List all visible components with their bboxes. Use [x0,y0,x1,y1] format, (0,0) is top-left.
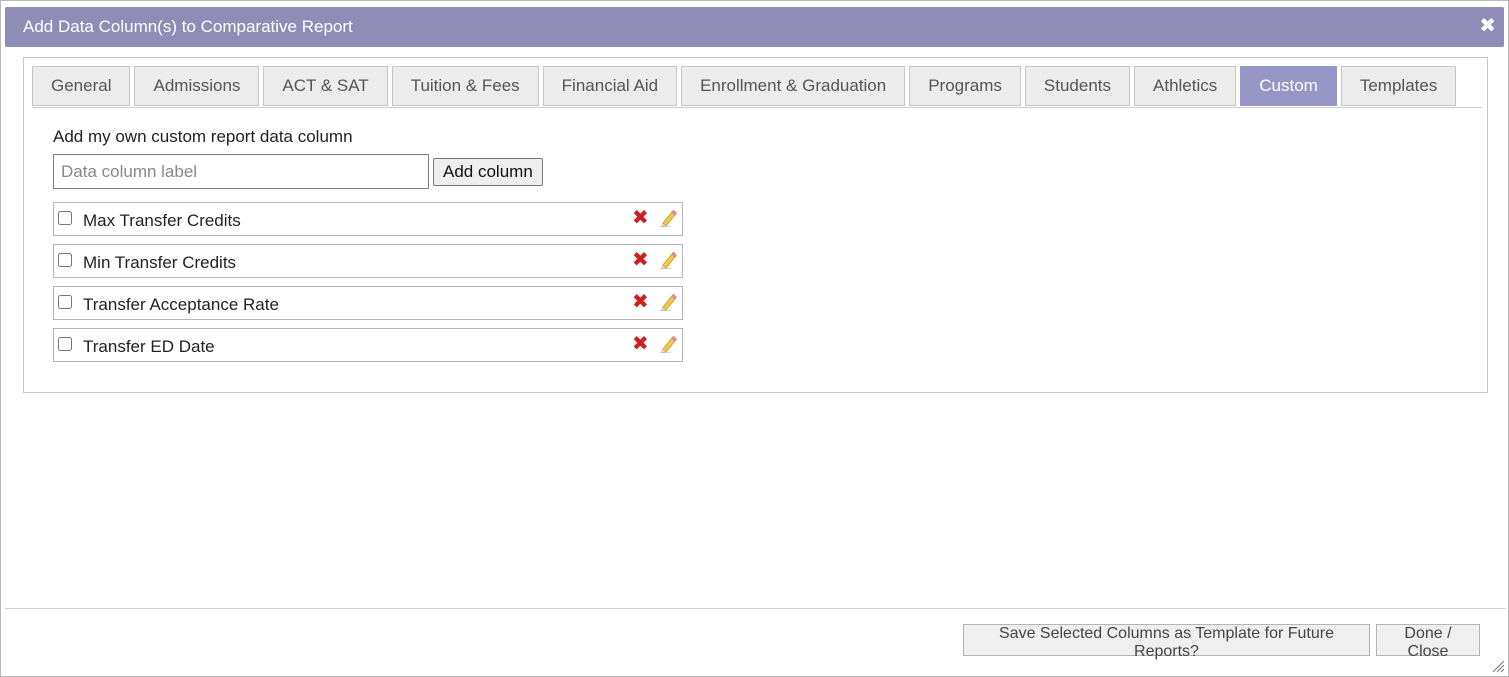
tab-financial-aid[interactable]: Financial Aid [542,66,678,106]
tab-programs[interactable]: Programs [909,66,1021,106]
tab-custom[interactable]: Custom [1240,66,1337,106]
pencil-icon[interactable] [659,249,677,269]
close-icon[interactable]: ✖ [1479,15,1496,37]
tab-bar: General Admissions ACT & SAT Tuition & F… [32,66,1460,108]
custom-column-heading: Add my own custom report data column [53,127,353,146]
tab-tuition-fees[interactable]: Tuition & Fees [391,66,539,106]
column-checkbox[interactable] [58,253,72,267]
tab-enrollment-graduation[interactable]: Enrollment & Graduation [681,66,906,106]
column-checkbox[interactable] [58,211,72,225]
dialog-titlebar[interactable]: Add Data Column(s) to Comparative Report… [5,7,1504,47]
save-template-button[interactable]: Save Selected Columns as Template for Fu… [963,624,1370,660]
list-item: Transfer Acceptance Rate ✖ [53,286,683,320]
tab-templates[interactable]: Templates [1340,66,1457,106]
delete-icon[interactable]: ✖ [632,206,649,230]
resize-grip-icon[interactable] [1491,659,1505,673]
pencil-icon[interactable] [659,333,677,353]
delete-icon[interactable]: ✖ [632,248,649,272]
tab-divider [32,107,1482,108]
tab-panel: General Admissions ACT & SAT Tuition & F… [23,57,1488,393]
tab-students[interactable]: Students [1024,66,1131,106]
done-close-button[interactable]: Done / Close [1376,624,1480,660]
tab-athletics[interactable]: Athletics [1134,66,1237,106]
delete-icon[interactable]: ✖ [632,290,649,314]
list-item: Transfer ED Date ✖ [53,328,683,362]
delete-icon[interactable]: ✖ [632,332,649,356]
list-item: Max Transfer Credits ✖ [53,202,683,236]
column-label: Min Transfer Credits [83,253,237,272]
column-label-input[interactable] [53,154,429,189]
custom-column-list: Max Transfer Credits ✖ Min Transfer Cred… [53,202,683,370]
tab-general[interactable]: General [32,66,131,106]
pencil-icon[interactable] [659,291,677,311]
add-data-column-dialog: Add Data Column(s) to Comparative Report… [0,0,1509,677]
footer-divider [5,608,1506,609]
column-label: Max Transfer Credits [83,211,241,230]
pencil-icon[interactable] [659,207,677,227]
column-label: Transfer ED Date [83,337,215,356]
add-column-button[interactable]: Add column [433,158,543,186]
tab-admissions[interactable]: Admissions [134,66,260,106]
column-checkbox[interactable] [58,337,72,351]
column-checkbox[interactable] [58,295,72,309]
dialog-title: Add Data Column(s) to Comparative Report [23,17,353,36]
list-item: Min Transfer Credits ✖ [53,244,683,278]
tab-act-sat[interactable]: ACT & SAT [263,66,388,106]
column-label: Transfer Acceptance Rate [83,295,279,314]
